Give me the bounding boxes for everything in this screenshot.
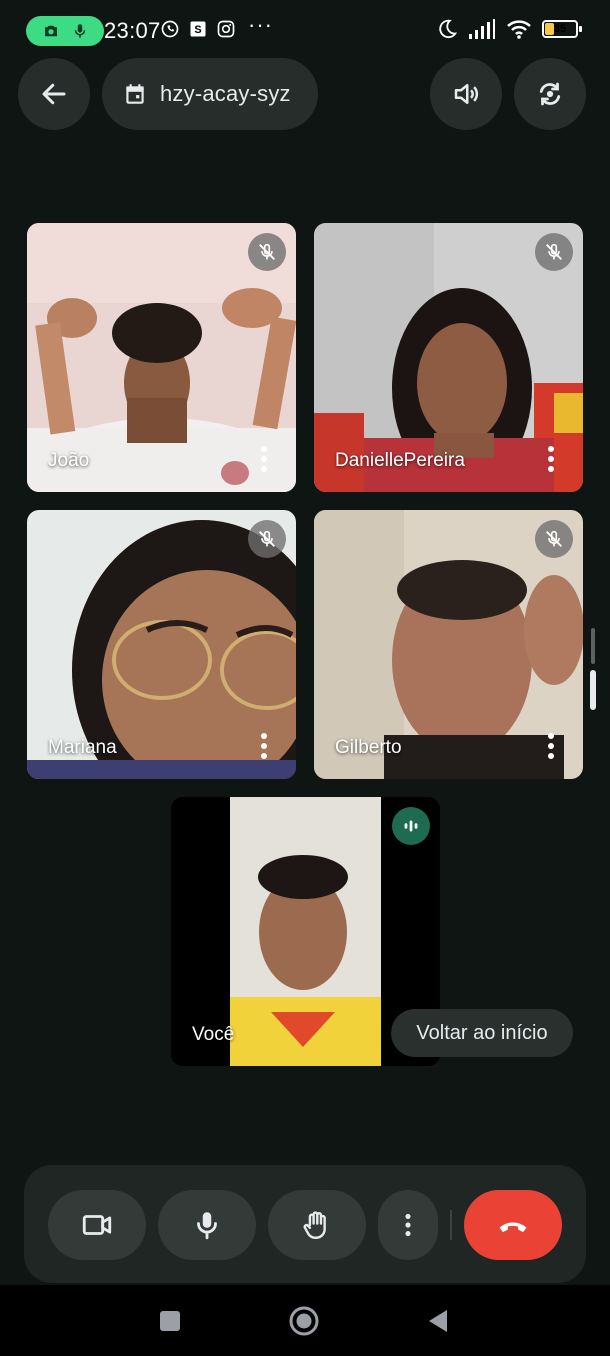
participant-name: João: [48, 450, 90, 471]
more-vert-icon: [261, 733, 267, 759]
status-bar: 23:07 S ··· 35: [0, 0, 610, 58]
recents-button[interactable]: [150, 1303, 190, 1339]
audio-level-icon: [404, 820, 418, 832]
system-nav-bar: [0, 1285, 610, 1356]
system-icons: 35: [436, 18, 582, 40]
participant-tile[interactable]: DaniellePereira: [314, 223, 583, 492]
battery-fill: [545, 23, 555, 35]
self-name: Você: [192, 1024, 235, 1045]
audio-output-button[interactable]: [430, 58, 502, 130]
mic-icon: [197, 1212, 217, 1240]
more-options-icon: [405, 1213, 411, 1237]
mic-icon: [74, 24, 85, 38]
clock: 23:07: [104, 18, 161, 43]
switch-camera-button[interactable]: [514, 58, 586, 130]
raise-hand-icon: [303, 1211, 326, 1239]
signal-icon: [469, 19, 495, 39]
participant-options-button[interactable]: [252, 731, 276, 761]
meet-call-screen: 23:07 S ··· 35 hzy-acay-syz João Daniell…: [0, 0, 610, 1356]
participant-options-button[interactable]: [252, 444, 276, 474]
home-circle-icon: [289, 1306, 319, 1336]
back-triangle-icon: [429, 1310, 447, 1332]
call-controls-bar: [24, 1165, 586, 1283]
back-button[interactable]: [18, 58, 90, 130]
back-to-start-button[interactable]: Voltar ao início: [391, 1009, 573, 1057]
back-arrow-icon: [42, 83, 66, 105]
participant-tile[interactable]: Mariana: [27, 510, 296, 779]
moon-icon: [439, 19, 458, 39]
recents-square-icon: [160, 1311, 180, 1331]
more-vert-icon: [261, 446, 267, 472]
screen-record-camera-icon: [44, 25, 57, 37]
end-call-button[interactable]: [464, 1190, 562, 1260]
participant-tile[interactable]: Gilberto: [314, 510, 583, 779]
battery-icon: 35: [542, 20, 582, 38]
wifi-icon: [507, 20, 531, 39]
battery-level: 35: [553, 23, 567, 35]
participant-name: DaniellePereira: [335, 450, 465, 471]
mic-off-icon: [259, 530, 275, 547]
speaking-indicator: [392, 807, 430, 845]
whatsapp-icon: [161, 20, 179, 38]
more-dots-icon: ···: [248, 12, 273, 37]
scroll-indicator[interactable]: [590, 628, 596, 710]
notification-icons: S: [160, 19, 236, 39]
participant-name: Mariana: [48, 737, 117, 758]
mic-off-icon: [546, 530, 562, 547]
meeting-code: hzy-acay-syz: [160, 81, 291, 106]
back-nav-button[interactable]: [418, 1303, 458, 1339]
meeting-info-button[interactable]: hzy-acay-syz: [102, 58, 318, 130]
svg-text:S: S: [194, 24, 201, 36]
screen-recording-indicator[interactable]: [26, 16, 104, 46]
muted-badge: [535, 233, 573, 271]
participant-name: Gilberto: [335, 737, 402, 758]
switch-camera-icon: [539, 82, 561, 106]
end-call-icon: [499, 1222, 527, 1232]
calendar-icon: [126, 84, 144, 104]
participant-options-button[interactable]: [539, 731, 563, 761]
more-options-button[interactable]: [378, 1190, 438, 1260]
speaker-icon: [454, 84, 479, 104]
controls-divider: [450, 1210, 452, 1240]
muted-badge: [535, 520, 573, 558]
home-button[interactable]: [284, 1303, 324, 1339]
camera-icon: [82, 1215, 112, 1235]
muted-badge: [248, 233, 286, 271]
participant-tile[interactable]: João: [27, 223, 296, 492]
participant-options-button[interactable]: [539, 444, 563, 474]
s-app-icon: S: [190, 21, 206, 37]
camera-toggle-button[interactable]: [48, 1190, 146, 1260]
more-vert-icon: [548, 446, 554, 472]
muted-badge: [248, 520, 286, 558]
more-vert-icon: [548, 733, 554, 759]
mic-off-icon: [546, 243, 562, 260]
instagram-icon: [217, 20, 235, 38]
mic-off-icon: [259, 243, 275, 260]
mic-toggle-button[interactable]: [158, 1190, 256, 1260]
raise-hand-button[interactable]: [268, 1190, 366, 1260]
